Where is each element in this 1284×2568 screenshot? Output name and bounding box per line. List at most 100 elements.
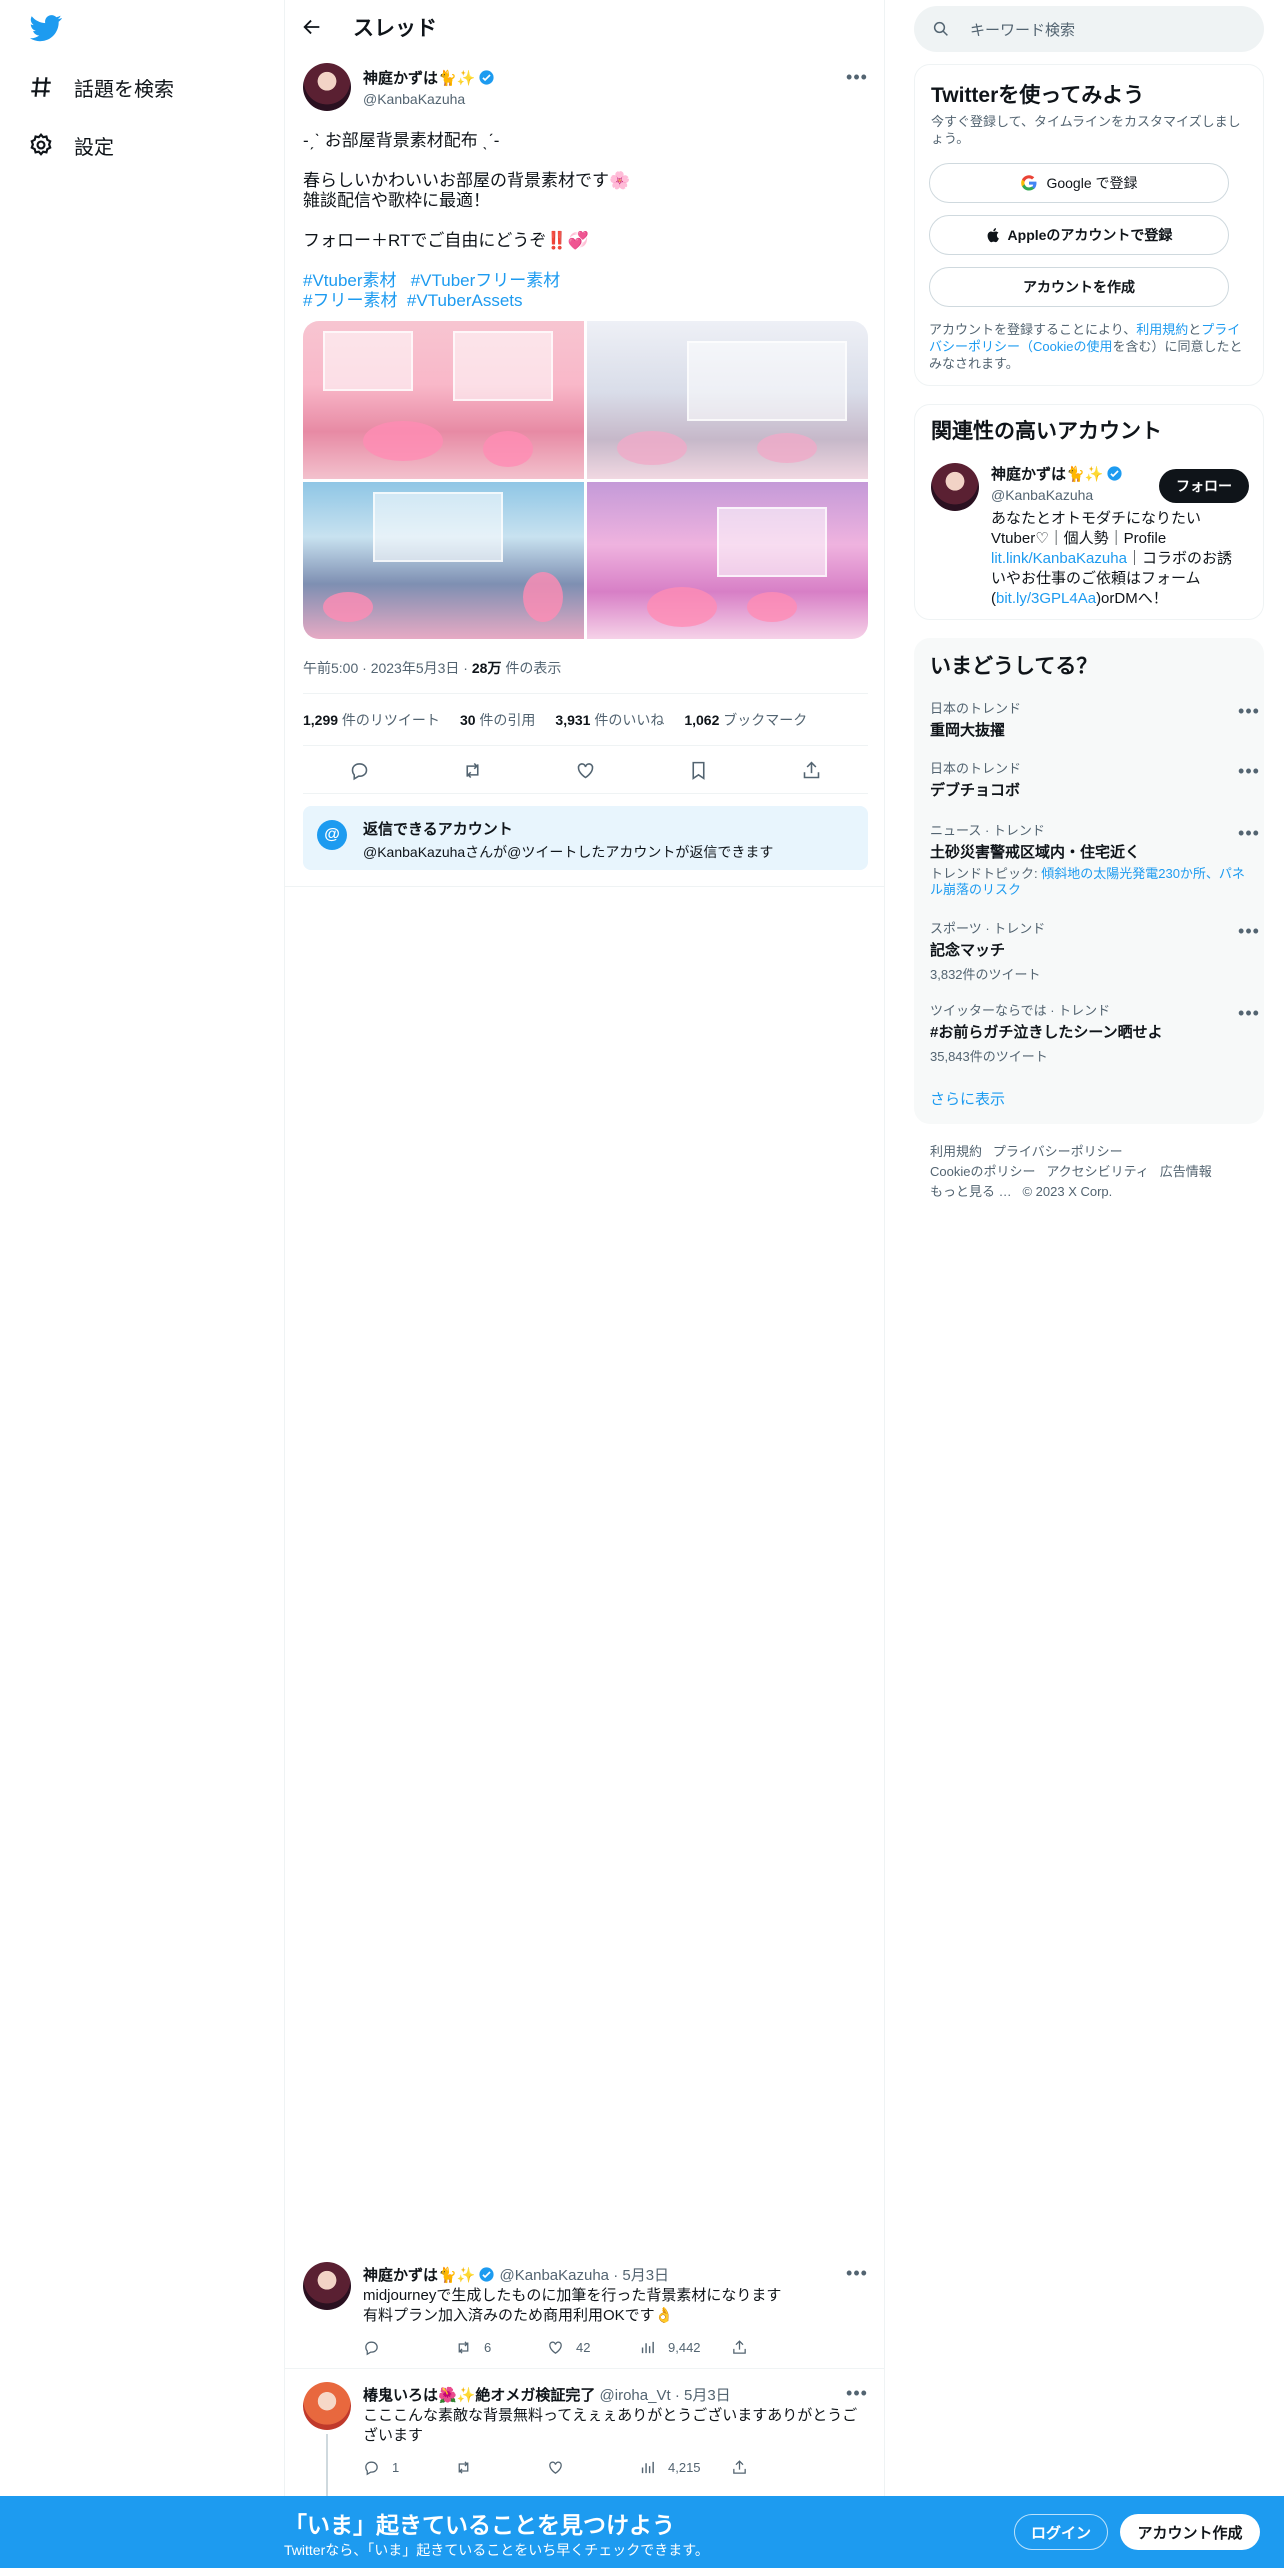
tweet-time[interactable]: 午前5:00 — [303, 660, 358, 676]
related-handle: @KanbaKazuha — [991, 487, 1094, 503]
reply-tweet[interactable]: 椿鬼いろは🌺✨絶オメガ検証完了 @iroha_Vt · 5月3日 ••• こここ… — [285, 2370, 885, 2496]
media-image[interactable] — [303, 481, 584, 639]
trend-item[interactable]: ツイッターならでは · トレンド #お前らガチ泣きしたシーン晒せよ 35,843… — [930, 1000, 1250, 1065]
bio-link[interactable]: bit.ly/3GPL4Aa — [996, 590, 1096, 607]
google-signup-label: Google で登録 — [1046, 175, 1138, 191]
tweet-author[interactable]: 神庭かずは🐈✨ @KanbaKazuha — [363, 67, 495, 107]
retweet-button[interactable] — [455, 2456, 547, 2478]
media-image[interactable] — [587, 481, 868, 639]
avatar[interactable] — [303, 63, 351, 111]
avatar[interactable] — [303, 2262, 351, 2310]
bookmark-icon[interactable] — [688, 760, 709, 781]
google-signup-button[interactable]: Google で登録 — [929, 163, 1229, 203]
follow-button[interactable]: フォロー — [1159, 469, 1249, 503]
reply-date[interactable]: 5月3日 — [684, 2387, 731, 2404]
avatar[interactable] — [931, 463, 979, 511]
media-image[interactable] — [587, 321, 868, 479]
reply-button[interactable] — [363, 2336, 455, 2358]
views-button[interactable]: 9,442 — [639, 2336, 731, 2358]
trend-topic-label: トレンドトピック: — [930, 866, 1042, 881]
search-box[interactable]: キーワード検索 — [914, 6, 1264, 52]
login-button[interactable]: ログイン — [1014, 2514, 1108, 2550]
copyright: © 2023 X Corp. — [1022, 1184, 1113, 1199]
more-options-icon[interactable]: ••• — [844, 2260, 870, 2286]
stat-label: 件のリツイート — [338, 712, 440, 728]
view-count: 9,442 — [668, 2339, 701, 2355]
reply-author-handle[interactable]: @KanbaKazuha — [500, 2267, 609, 2284]
share-button[interactable] — [731, 2336, 760, 2358]
footer-link[interactable]: Cookieのポリシー — [930, 1164, 1035, 1179]
retweet-button[interactable]: 6 — [455, 2336, 547, 2358]
more-options-icon[interactable]: ••• — [1236, 758, 1262, 784]
avatar[interactable] — [303, 2382, 351, 2430]
reply-author-name[interactable]: 椿鬼いろは🌺✨絶オメガ検証完了 — [363, 2387, 595, 2404]
more-options-icon[interactable]: ••• — [1236, 1000, 1262, 1026]
reply-author-name[interactable]: 神庭かずは🐈✨ — [363, 2267, 475, 2284]
more-options-icon[interactable]: ••• — [1236, 918, 1262, 944]
footer-link[interactable]: もっと見る … — [930, 1184, 1012, 1199]
bottom-signup-bar: 「いま」起きていることを見つけよう Twitterなら、「いま」起きていることを… — [0, 2496, 1284, 2568]
create-account-button[interactable]: アカウントを作成 — [929, 267, 1229, 307]
quote-stat[interactable]: 30 件の引用 — [460, 710, 535, 730]
bio-link[interactable]: lit.link/KanbaKazuha — [991, 550, 1127, 567]
share-icon — [733, 2459, 746, 2474]
nav-settings[interactable]: 設定 — [28, 125, 114, 165]
like-icon[interactable] — [575, 760, 596, 781]
retweet-count: 6 — [484, 2339, 492, 2355]
hashtag-link[interactable]: #VTuberAssets — [407, 291, 523, 310]
stat-number: 1,062 — [684, 712, 720, 728]
footer-link[interactable]: プライバシーポリシー — [993, 1144, 1123, 1159]
reply-icon[interactable] — [349, 760, 370, 781]
footer-link[interactable]: アクセシビリティ — [1046, 1164, 1149, 1179]
trend-category: ニュース · トレンド — [930, 823, 1045, 838]
retweet-stat[interactable]: 1,299 件のリツイート — [303, 710, 440, 730]
reply-button[interactable]: 1 — [363, 2456, 455, 2478]
retweet-icon[interactable] — [462, 760, 483, 781]
show-more-link[interactable]: さらに表示 — [930, 1088, 1005, 1109]
bookmark-stat[interactable]: 1,062 ブックマーク — [684, 710, 807, 730]
more-options-icon[interactable]: ••• — [844, 2380, 870, 2406]
hashtag-link[interactable]: #フリー素材 — [303, 291, 397, 310]
tweet-date[interactable]: 2023年5月3日 — [371, 660, 460, 676]
back-arrow-icon[interactable] — [301, 16, 323, 38]
footer-link[interactable]: 広告情報 — [1160, 1164, 1212, 1179]
reply-tweet[interactable]: 神庭かずは🐈✨ @KanbaKazuha · 5月3日 ••• midjourn… — [285, 2250, 885, 2368]
share-button[interactable] — [731, 2456, 760, 2478]
apple-logo-icon — [987, 228, 999, 243]
reply-restriction-text: @KanbaKazuhaさんが@ツイートしたアカウントが返信できます — [363, 844, 774, 860]
trend-name: 土砂災害警戒区域内・住宅近く — [930, 844, 1141, 861]
like-button[interactable]: 42 — [547, 2336, 639, 2358]
search-placeholder: キーワード検索 — [970, 21, 1076, 39]
footer-link[interactable]: 利用規約 — [930, 1144, 982, 1159]
like-stat[interactable]: 3,931 件のいいね — [555, 710, 664, 730]
related-name: 神庭かずは🐈✨ — [991, 466, 1104, 483]
reply-author-handle[interactable]: @iroha_Vt — [600, 2387, 671, 2404]
nav-explore-label: 話題を検索 — [74, 78, 174, 101]
share-icon[interactable] — [801, 760, 822, 781]
views-button[interactable]: 4,215 — [639, 2456, 731, 2478]
trend-item[interactable]: スポーツ · トレンド 記念マッチ 3,832件のツイート — [930, 918, 1250, 983]
trend-item[interactable]: ニュース · トレンド 土砂災害警戒区域内・住宅近く トレンドトピック: 傾斜地… — [930, 820, 1248, 898]
signup-button[interactable]: アカウント作成 — [1120, 2514, 1260, 2550]
apple-signup-button[interactable]: Appleのアカウントで登録 — [929, 215, 1229, 255]
gear-icon — [30, 133, 52, 156]
trend-item[interactable]: 日本のトレンド 重岡大抜擢 — [930, 698, 1250, 740]
more-options-icon[interactable]: ••• — [1236, 820, 1262, 846]
more-options-icon[interactable]: ••• — [1236, 698, 1262, 724]
divider — [303, 693, 868, 694]
media-image[interactable] — [303, 321, 584, 479]
terms-link[interactable]: 利用規約 — [1136, 322, 1188, 337]
hashtag-link[interactable]: #VTuberフリー素材 — [411, 271, 561, 290]
hashtag-link[interactable]: #Vtuber素材 — [303, 271, 397, 290]
twitter-logo-icon[interactable] — [28, 12, 64, 44]
retweet-icon — [458, 2340, 469, 2354]
reply-date[interactable]: 5月3日 — [622, 2267, 669, 2284]
like-button[interactable] — [547, 2456, 639, 2478]
bar-title: 「いま」起きていることを見つけよう — [284, 2512, 675, 2538]
trend-item[interactable]: 日本のトレンド デブチョコボ — [930, 758, 1250, 800]
more-options-icon[interactable]: ••• — [844, 64, 870, 90]
nav-settings-label: 設定 — [74, 136, 114, 159]
nav-explore[interactable]: 話題を検索 — [28, 67, 174, 107]
related-author[interactable]: 神庭かずは🐈✨ @KanbaKazuha — [991, 463, 1123, 503]
trends-title: いまどうしてる？ — [930, 655, 1098, 678]
